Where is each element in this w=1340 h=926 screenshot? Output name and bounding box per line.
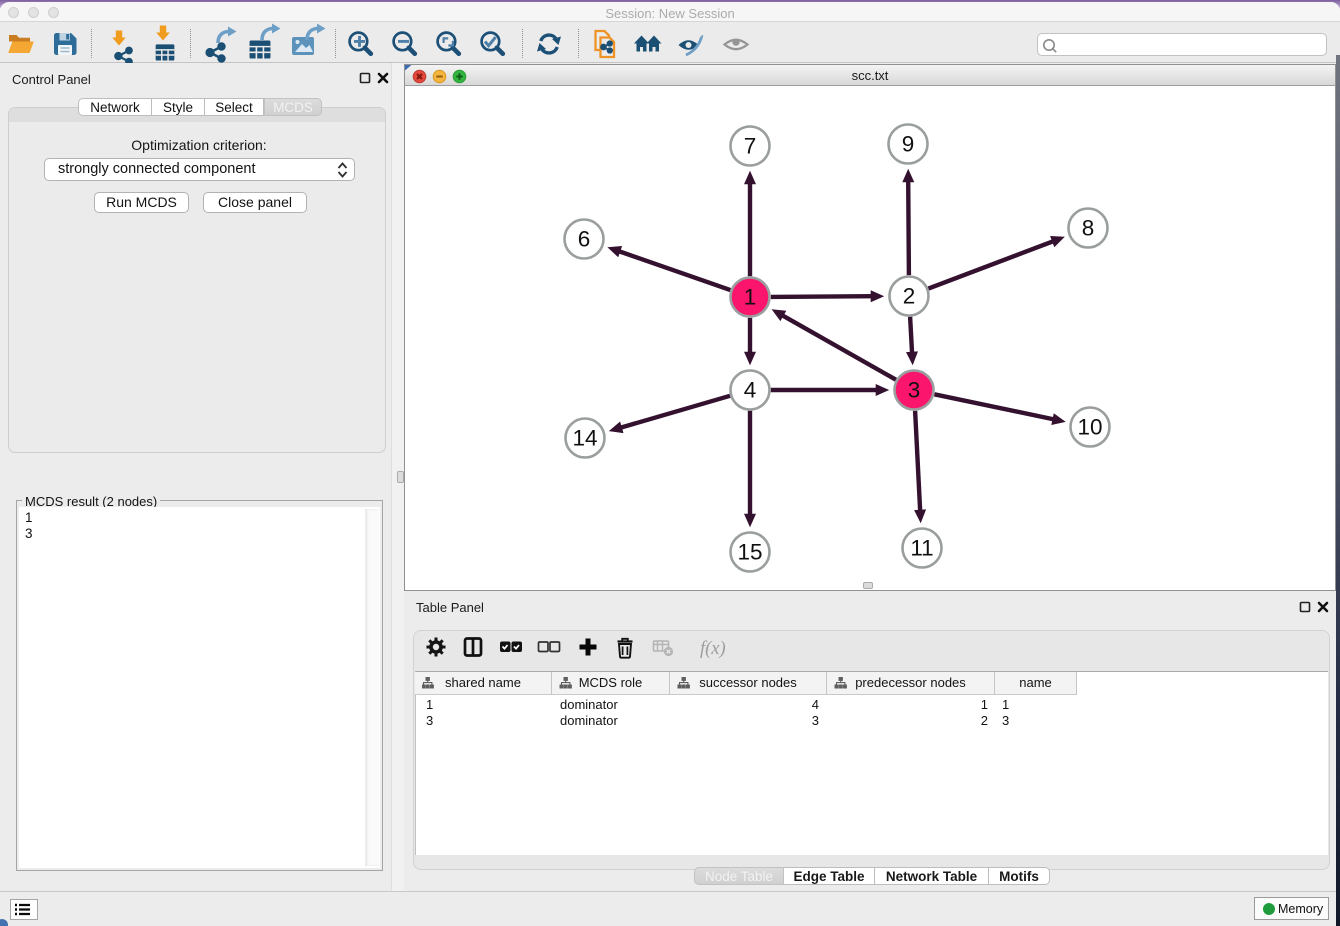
- svg-text:8: 8: [1082, 216, 1095, 241]
- svg-text:15: 15: [737, 540, 762, 565]
- svg-text:7: 7: [744, 134, 757, 159]
- svg-text:4: 4: [744, 378, 757, 403]
- svg-text:10: 10: [1077, 415, 1102, 440]
- svg-text:f(x): f(x): [700, 639, 726, 659]
- svg-text:2: 2: [903, 284, 916, 309]
- svg-text:3: 3: [908, 378, 921, 403]
- svg-text:14: 14: [572, 426, 597, 451]
- svg-text:1: 1: [744, 285, 757, 310]
- svg-text:9: 9: [902, 132, 915, 157]
- svg-text:6: 6: [578, 227, 591, 252]
- svg-text:11: 11: [910, 536, 933, 561]
